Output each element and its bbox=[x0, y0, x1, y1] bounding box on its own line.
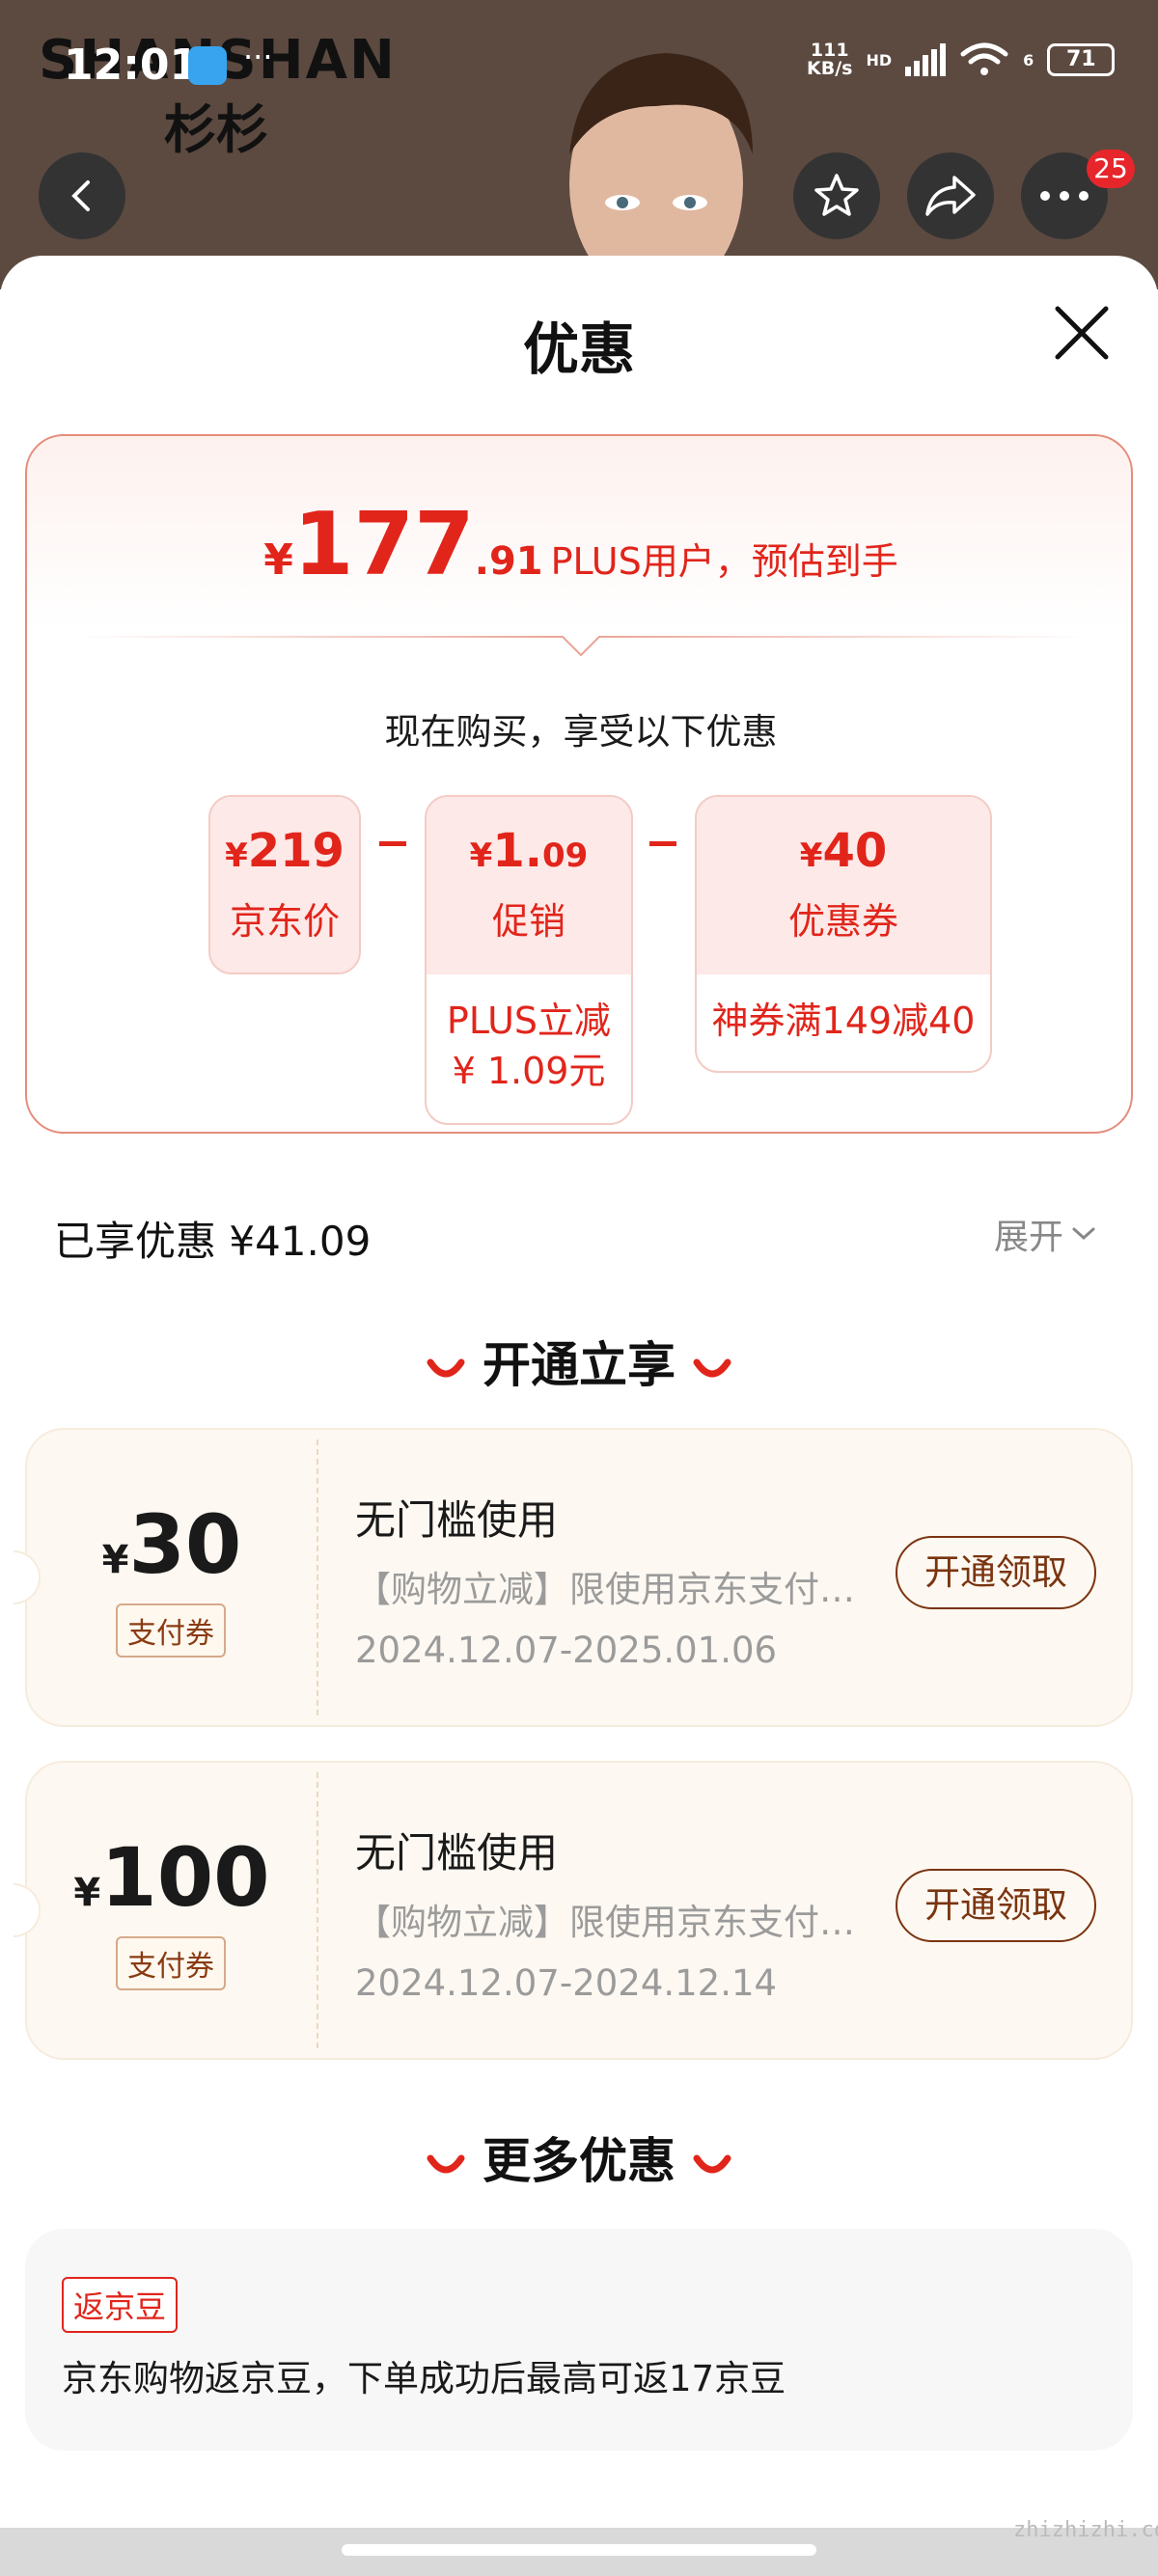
jingdou-rebate-card: 返京豆 京东购物返京豆，下单成功后最高可返17京豆 bbox=[25, 2229, 1133, 2451]
chevron-down-icon bbox=[1072, 1227, 1095, 1241]
coupon-separator bbox=[317, 1439, 318, 1715]
section-title-open: 开通立享 bbox=[0, 1327, 1158, 1396]
jingdou-description: 京东购物返京豆，下单成功后最高可返17京豆 bbox=[62, 2358, 786, 2399]
close-button[interactable] bbox=[1048, 299, 1116, 367]
coupon-amount: ¥100 bbox=[27, 1830, 317, 1925]
coupon-validity: 2024.12.07-2024.12.14 bbox=[355, 1962, 778, 2004]
share-icon bbox=[925, 176, 976, 216]
divider-notch bbox=[562, 636, 600, 657]
share-button[interactable] bbox=[907, 152, 994, 239]
buy-now-line: 现在购买，享受以下优惠 bbox=[384, 711, 778, 753]
jd-price-value: ¥219 bbox=[210, 797, 359, 878]
network-speed-unit: KB/s bbox=[807, 58, 853, 79]
expand-button[interactable]: 展开 bbox=[994, 1209, 1096, 1259]
price-note: PLUS用户，预估到手 bbox=[550, 540, 898, 583]
enjoyed-discount-total: 已享优惠 ¥41.09 bbox=[54, 1218, 372, 1265]
network-speed: 111 KB/s bbox=[807, 41, 852, 78]
favorite-button[interactable] bbox=[793, 152, 880, 239]
activate-claim-button[interactable]: 开通领取 bbox=[896, 1536, 1096, 1609]
back-button[interactable] bbox=[39, 152, 125, 239]
status-indicators: 111 KB/s HD 6 71 bbox=[807, 41, 1116, 79]
price-decimal: .91 bbox=[474, 539, 543, 584]
section-title-more: 更多优惠 bbox=[0, 2123, 1158, 2192]
section-title-open-text: 开通立享 bbox=[482, 1337, 676, 1393]
minus-sign bbox=[379, 841, 406, 846]
coupon-type-tag: 支付券 bbox=[116, 1936, 226, 1990]
coupon-amount: ¥30 bbox=[27, 1497, 317, 1592]
product-header-background: SHANSHAN 杉杉 12:01 ··· 111 KB/s HD 6 71 bbox=[0, 0, 1158, 289]
promotion-label: 促销 bbox=[491, 900, 565, 943]
minus-sign bbox=[649, 841, 676, 846]
more-dots-icon bbox=[1040, 191, 1089, 201]
promotion-number-small: 09 bbox=[541, 836, 589, 875]
signal-hd-label: HD bbox=[866, 50, 893, 69]
coupon-value: ¥40 bbox=[697, 797, 990, 878]
jd-price-box: ¥219 京东价 bbox=[208, 795, 361, 974]
cellular-signal-icon bbox=[905, 43, 947, 76]
coupon-amount-currency: ¥ bbox=[73, 1871, 101, 1915]
status-overflow-dots: ··· bbox=[243, 39, 273, 75]
coupon-separator bbox=[317, 1772, 318, 2048]
coupon-amount-value: 100 bbox=[100, 1830, 270, 1925]
coupon-box: ¥40 优惠券 神券满149减40 bbox=[695, 795, 992, 1073]
activate-claim-button[interactable]: 开通领取 bbox=[896, 1869, 1096, 1942]
jd-price-label: 京东价 bbox=[229, 900, 340, 943]
watermark: zhizhizhi.com bbox=[1013, 2518, 1158, 2542]
wifi-version-label: 6 bbox=[1023, 50, 1034, 69]
jd-price-number: 219 bbox=[247, 824, 345, 878]
estimated-price: ¥177.91 PLUS用户，预估到手 bbox=[27, 494, 1135, 595]
promotion-box: ¥1.09 促销 PLUS立减 ¥ 1.09元 bbox=[425, 795, 633, 1125]
promotion-detail-title: PLUS立减 bbox=[446, 1000, 612, 1042]
message-count-badge: 25 bbox=[1087, 150, 1135, 188]
payment-coupon-card: ¥100 支付券 无门槛使用 【购物立减】限使用京东支付，部分商品可用 2024… bbox=[14, 1761, 1133, 2060]
jd-price-prefix: ¥ bbox=[225, 836, 248, 875]
price-integer: 177 bbox=[292, 494, 475, 595]
smile-decoration-icon bbox=[427, 1358, 465, 1377]
promotion-value: ¥1.09 bbox=[427, 797, 631, 878]
battery-icon: 71 bbox=[1047, 43, 1116, 76]
notification-app-icon bbox=[188, 46, 227, 85]
estimated-price-card: ¥177.91 PLUS用户，预估到手 现在购买，享受以下优惠 ¥219 京东价 … bbox=[25, 434, 1133, 1134]
section-title-more-text: 更多优惠 bbox=[482, 2133, 676, 2189]
sheet-title: 优惠 bbox=[522, 316, 635, 382]
smile-decoration-icon bbox=[693, 2154, 731, 2173]
brand-logo-chinese: 杉杉 bbox=[164, 98, 268, 160]
star-icon bbox=[814, 174, 859, 216]
coupon-number: 40 bbox=[822, 824, 888, 878]
coupon-title: 无门槛使用 bbox=[355, 1496, 559, 1544]
price-currency: ¥ bbox=[263, 535, 293, 585]
status-time: 12:01 bbox=[64, 41, 200, 90]
coupon-description: 【购物立减】限使用京东支付，部分商品可用 bbox=[355, 1569, 857, 1610]
coupon-label: 优惠券 bbox=[787, 900, 898, 943]
coupon-type-tag: 支付券 bbox=[116, 1603, 226, 1658]
product-model-image bbox=[569, 53, 753, 289]
jingdou-tag: 返京豆 bbox=[62, 2277, 179, 2333]
coupon-amount-currency: ¥ bbox=[101, 1538, 129, 1582]
coupon-prefix: ¥ bbox=[799, 836, 823, 875]
promotion-prefix: ¥ bbox=[469, 836, 493, 875]
coupon-detail: 神券满149减40 bbox=[711, 1000, 976, 1042]
coupon-description: 【购物立减】限使用京东支付，部分商品可用 bbox=[355, 1902, 857, 1943]
home-indicator[interactable] bbox=[342, 2544, 816, 2556]
chevron-left-icon bbox=[71, 180, 90, 211]
wifi-icon bbox=[960, 42, 1008, 75]
coupon-validity: 2024.12.07-2025.01.06 bbox=[355, 1630, 778, 1671]
discount-sheet: 优惠 ¥177.91 PLUS用户，预估到手 现在购买，享受以下优惠 ¥219 京… bbox=[0, 256, 1158, 2576]
coupon-amount-value: 30 bbox=[128, 1497, 242, 1592]
smile-decoration-icon bbox=[693, 1358, 731, 1377]
smile-decoration-icon bbox=[427, 2154, 465, 2173]
payment-coupon-card: ¥30 支付券 无门槛使用 【购物立减】限使用京东支付，部分商品可用 2024.… bbox=[14, 1428, 1133, 1727]
promotion-number: 1. bbox=[492, 824, 542, 878]
coupon-title: 无门槛使用 bbox=[355, 1829, 559, 1877]
promotion-detail-amount: ¥ 1.09元 bbox=[452, 1050, 606, 1092]
expand-label: 展开 bbox=[994, 1218, 1064, 1257]
